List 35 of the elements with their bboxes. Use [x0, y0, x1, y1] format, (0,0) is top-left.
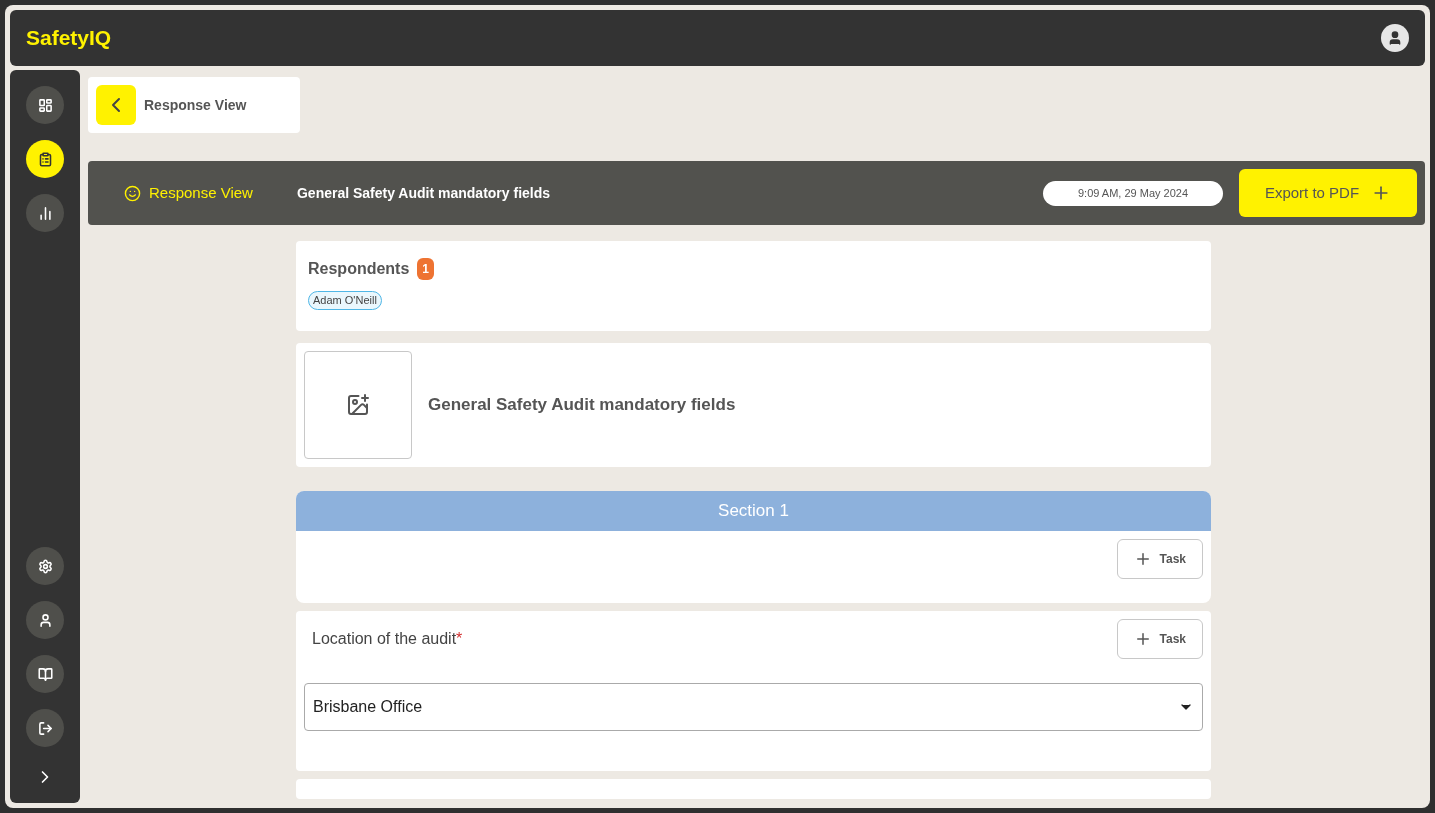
add-task-button[interactable]: Task: [1116, 619, 1203, 659]
section-title: Section 1: [718, 500, 789, 523]
add-photo-icon: [346, 393, 370, 417]
book-icon: [37, 666, 53, 682]
page-title: Response View: [144, 95, 247, 115]
bar-chart-icon: [37, 205, 53, 221]
toolbar-title: General Safety Audit mandatory fields: [296, 183, 551, 203]
smiley-icon: [124, 184, 141, 202]
sidebar-nav-button[interactable]: [26, 601, 64, 639]
export-pdf-button[interactable]: Export to PDF: [1239, 169, 1417, 217]
app-logo: SafetyIQ: [26, 25, 112, 52]
settings-icon: [37, 558, 53, 574]
logout-icon: [37, 720, 53, 736]
person-icon: [1387, 30, 1403, 46]
timestamp-pill: 9:09 AM, 29 May 2024: [1043, 180, 1223, 206]
clipboard-icon: [37, 151, 53, 167]
breadcrumb-link[interactable]: Response View: [124, 181, 253, 205]
sidebar-nav-button[interactable]: [26, 655, 64, 693]
add-task-button[interactable]: Task: [1116, 539, 1203, 579]
sidebar-nav-button[interactable]: [26, 709, 64, 747]
back-button[interactable]: [96, 85, 136, 125]
count-badge: 1: [417, 258, 435, 280]
dashboard-icon: [37, 97, 53, 113]
sidebar-nav-button[interactable]: [26, 140, 64, 178]
location-dropdown[interactable]: Brisbane Office: [304, 683, 1203, 731]
person-icon: [37, 612, 53, 628]
question-label: Location of the audit: [312, 629, 457, 649]
sidebar-nav-button[interactable]: [26, 194, 64, 232]
respondents-heading: Respondents: [308, 259, 410, 279]
sidebar-nav-button[interactable]: [26, 86, 64, 124]
account-button[interactable]: [1381, 24, 1409, 52]
respondent-chip: Adam O'Neill: [308, 291, 382, 310]
required-asterisk: *: [456, 629, 463, 649]
sidebar-nav-button[interactable]: [26, 547, 64, 585]
form-title: General Safety Audit mandatory fields: [428, 394, 736, 417]
